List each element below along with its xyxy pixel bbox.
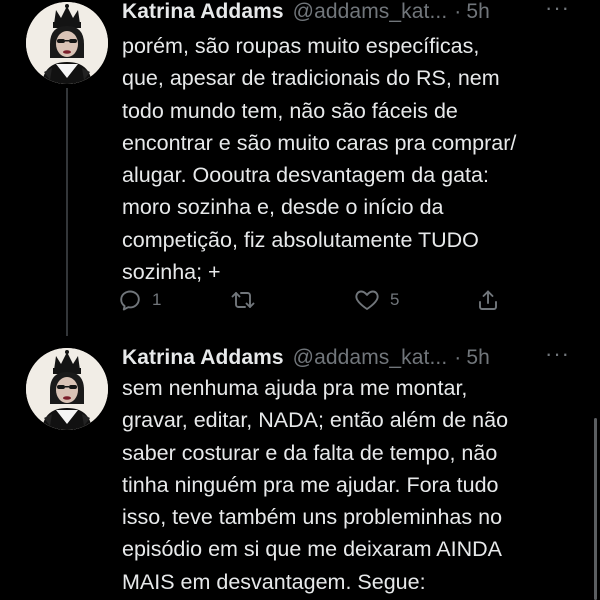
more-options-icon[interactable]: ··· [545,0,570,19]
separator: · [454,0,462,23]
separator: · [454,346,462,369]
tweet-header: Katrina Addams @addams_kat... · 5h ··· [122,343,586,372]
tweet-text: porém, são roupas muito específicas, que… [122,34,517,285]
author-name[interactable]: Katrina Addams [122,346,284,370]
avatar[interactable] [26,348,108,430]
reply-icon [120,290,140,311]
reply-button[interactable]: 1 [118,285,161,315]
more-options-icon[interactable]: ··· [545,343,570,365]
tweet-header: Katrina Addams @addams_kat... · 5h ··· [122,0,586,26]
retweet-icon [231,292,255,308]
tweet-text: sem nenhuma ajuda pra me montar, gravar,… [122,376,509,594]
like-button[interactable]: 5 [354,285,399,315]
thread-line [66,88,68,336]
author-handle[interactable]: @addams_kat... [293,346,448,370]
tweet[interactable]: Katrina Addams @addams_kat... · 5h ··· s… [0,336,600,600]
author-handle[interactable]: @addams_kat... [293,0,448,24]
share-button[interactable] [476,285,500,315]
author-name[interactable]: Katrina Addams [122,0,284,24]
timestamp[interactable]: 5h [466,346,490,370]
avatar-image [26,2,108,84]
timestamp[interactable]: 5h [466,0,490,24]
share-icon [479,290,497,310]
like-count: 5 [390,290,400,309]
retweet-button[interactable] [230,285,266,315]
reply-count: 1 [152,290,162,309]
tweet-actions: 1 5 [118,285,520,315]
avatar[interactable] [26,2,108,84]
scrollbar[interactable] [594,418,597,600]
tweet[interactable]: Katrina Addams @addams_kat... · 5h ··· p… [0,0,600,336]
heart-icon [355,290,379,310]
avatar-image [26,348,108,430]
